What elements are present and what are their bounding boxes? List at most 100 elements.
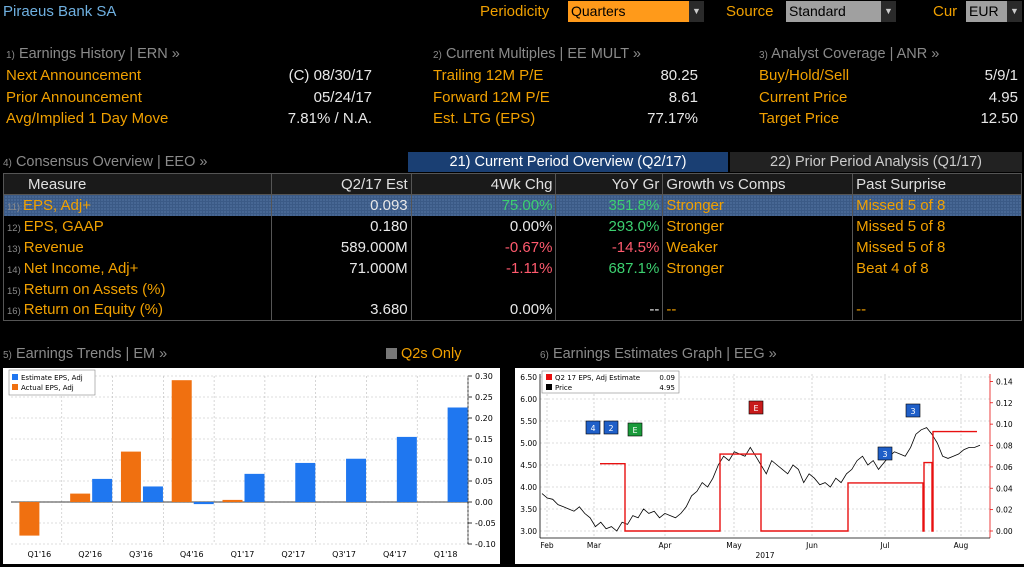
col-4wk-chg[interactable]: 4Wk Chg bbox=[410, 173, 557, 195]
table-row[interactable]: 13) Revenue 589.000M -0.67% -14.5% Weaker… bbox=[3, 236, 1022, 258]
trailing-pe-label: Trailing 12M P/E bbox=[433, 67, 544, 84]
prior-announcement-value: 05/24/17 bbox=[313, 89, 372, 106]
col-yoy-gr[interactable]: YoY Gr bbox=[555, 173, 664, 195]
surprise-cell: Missed 5 of 8 bbox=[852, 215, 1022, 237]
table-row[interactable]: 14) Net Income, Adj+ 71.000M -1.11% 687.1… bbox=[3, 257, 1022, 279]
marker-label: 3 bbox=[910, 407, 915, 416]
x-tick-label: Mar bbox=[587, 541, 602, 550]
est-cell bbox=[270, 278, 412, 300]
periodicity-dropdown[interactable]: Quarters ▼ bbox=[568, 1, 704, 22]
bar bbox=[244, 473, 265, 502]
y-tick-label: 0.02 bbox=[996, 506, 1013, 515]
col-growth-vs-comps[interactable]: Growth vs Comps bbox=[662, 173, 854, 195]
est-cell: 71.000M bbox=[270, 257, 412, 279]
legend-label: Estimate EPS, Adj bbox=[21, 374, 83, 382]
legend-swatch bbox=[12, 374, 18, 380]
target-price-label: Target Price bbox=[759, 110, 840, 127]
comps-cell: Stronger bbox=[662, 194, 854, 216]
y-tick-label: 0.06 bbox=[996, 463, 1013, 472]
x-tick-label: Q4'16 bbox=[180, 550, 204, 559]
col-est[interactable]: Q2/17 Est bbox=[270, 173, 412, 195]
event-marker: 3 bbox=[877, 446, 893, 461]
chg-cell bbox=[410, 278, 557, 300]
x-tick-label: Q1'16 bbox=[28, 550, 52, 559]
table-header-row: Measure Q2/17 Est 4Wk Chg YoY Gr Growth … bbox=[3, 173, 1022, 195]
y-tick-label: 0.04 bbox=[996, 484, 1013, 493]
trailing-pe-value: 80.25 bbox=[660, 67, 698, 84]
comps-cell: -- bbox=[662, 299, 854, 321]
comps-cell: Weaker bbox=[662, 236, 854, 258]
est-ltg-value: 77.17% bbox=[647, 110, 698, 127]
comps-cell bbox=[662, 278, 854, 300]
consensus-table: Measure Q2/17 Est 4Wk Chg YoY Gr Growth … bbox=[3, 173, 1022, 321]
y-tick-label: 0.00 bbox=[475, 498, 493, 507]
estimate-line bbox=[600, 430, 977, 532]
col-past-surprise[interactable]: Past Surprise bbox=[852, 173, 1022, 195]
y-tick-label: 5.00 bbox=[520, 439, 537, 448]
x-tick-label: Q1'17 bbox=[231, 550, 255, 559]
legend-swatch bbox=[546, 384, 552, 390]
analyst-coverage-link[interactable]: 3) Analyst Coverage | ANR » bbox=[759, 46, 939, 62]
section-number: 3) bbox=[759, 50, 768, 61]
y-tick-label: 4.00 bbox=[520, 483, 537, 492]
legend: Q2 17 EPS, Adj Estimate 0.09 Price 4.95 bbox=[541, 370, 680, 394]
bar bbox=[222, 499, 243, 502]
chevron-down-icon: ▼ bbox=[881, 1, 896, 22]
bar bbox=[447, 407, 468, 502]
event-marker: 3 bbox=[905, 403, 921, 418]
chg-cell: 0.00% bbox=[410, 299, 557, 321]
chg-cell: 75.00% bbox=[410, 194, 557, 216]
target-price-value: 12.50 bbox=[980, 110, 1018, 127]
source-value: Standard bbox=[789, 3, 846, 19]
currency-dropdown[interactable]: EUR ▼ bbox=[966, 1, 1022, 22]
event-marker: 2 bbox=[603, 420, 619, 435]
section-title: Current Multiples | EE MULT » bbox=[445, 46, 641, 62]
legend-label: Q2 17 EPS, Adj Estimate bbox=[555, 374, 640, 382]
y-tick-label: 4.50 bbox=[520, 461, 537, 470]
est-cell: 0.180 bbox=[270, 215, 412, 237]
earnings-estimates-svg: 6.50 6.00 5.50 5.00 4.50 4.00 3.50 3.00 0.14 0.12… bbox=[520, 370, 1013, 560]
tab-prior-period[interactable]: 22) Prior Period Analysis (Q1/17) bbox=[730, 152, 1022, 172]
next-announcement-value: (C) 08/30/17 bbox=[288, 67, 372, 84]
cur-label: Cur bbox=[933, 3, 958, 20]
q2s-only-label: Q2s Only bbox=[401, 346, 462, 362]
col-measure[interactable]: Measure bbox=[3, 173, 272, 195]
tab-current-period[interactable]: 21) Current Period Overview (Q2/17) bbox=[408, 152, 728, 172]
y-tick-label: 0.10 bbox=[475, 456, 493, 465]
chevron-down-icon: ▼ bbox=[1007, 1, 1022, 22]
event-marker: E bbox=[627, 422, 643, 437]
chg-cell: -0.67% bbox=[410, 236, 557, 258]
table-row[interactable]: 16) Return on Equity (%) 3.680 0.00% -- -… bbox=[3, 299, 1022, 321]
prior-announcement-label: Prior Announcement bbox=[6, 89, 142, 106]
section-title: Consensus Overview | EEO » bbox=[15, 154, 208, 170]
source-dropdown[interactable]: Standard ▼ bbox=[786, 1, 896, 22]
table-row[interactable]: 11) EPS, Adj+ 0.093 75.00% 351.8% Stronge… bbox=[3, 194, 1022, 216]
surprise-cell: Missed 5 of 8 bbox=[852, 236, 1022, 258]
y-tick-label: 3.00 bbox=[520, 527, 537, 536]
row-number: 13) bbox=[7, 243, 21, 255]
yoy-cell: -14.5% bbox=[555, 236, 664, 258]
bar bbox=[19, 502, 40, 536]
forward-pe-label: Forward 12M P/E bbox=[433, 89, 550, 106]
earnings-graph-link[interactable]: 6) Earnings Estimates Graph | EEG » bbox=[540, 346, 777, 362]
consensus-overview-link[interactable]: 4) Consensus Overview | EEO » bbox=[3, 154, 207, 170]
bar bbox=[295, 462, 316, 502]
section-number: 4) bbox=[3, 158, 12, 169]
y-tick-label: 0.14 bbox=[996, 377, 1013, 386]
x-year-label: 2017 bbox=[755, 551, 774, 560]
chg-cell: -1.11% bbox=[410, 257, 557, 279]
company-title: Piraeus Bank SA bbox=[3, 3, 117, 20]
x-tick-label: Jul bbox=[879, 541, 889, 550]
x-tick-label: Q3'16 bbox=[129, 550, 153, 559]
earnings-history-link[interactable]: 1) Earnings History | ERN » bbox=[6, 46, 180, 62]
earnings-trends-link[interactable]: 5) Earnings Trends | EM » bbox=[3, 346, 167, 362]
table-row[interactable]: 12) EPS, GAAP 0.180 0.00% 293.0% Stronger… bbox=[3, 215, 1022, 237]
table-row[interactable]: 15) Return on Assets (%) bbox=[3, 278, 1022, 300]
currency-value: EUR bbox=[969, 3, 999, 19]
est-cell: 589.000M bbox=[270, 236, 412, 258]
measure-cell: Return on Assets (%) bbox=[23, 280, 166, 298]
q2s-only-toggle[interactable]: Q2s Only bbox=[386, 346, 461, 362]
measure-cell: Net Income, Adj+ bbox=[23, 259, 139, 277]
current-multiples-link[interactable]: 2) Current Multiples | EE MULT » bbox=[433, 46, 641, 62]
section-title: Earnings Estimates Graph | EEG » bbox=[552, 346, 777, 362]
